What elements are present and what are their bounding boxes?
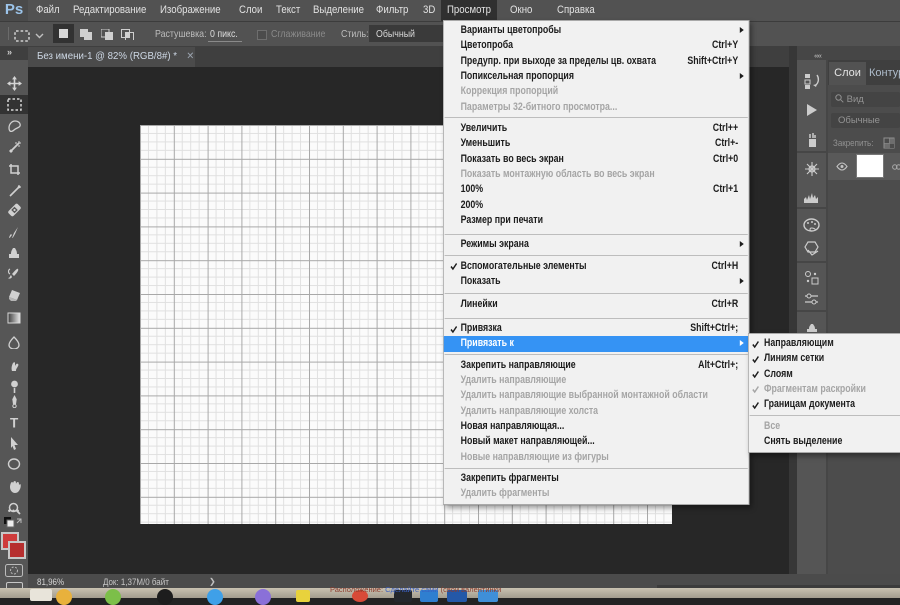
svg-text:T: T: [10, 416, 19, 429]
